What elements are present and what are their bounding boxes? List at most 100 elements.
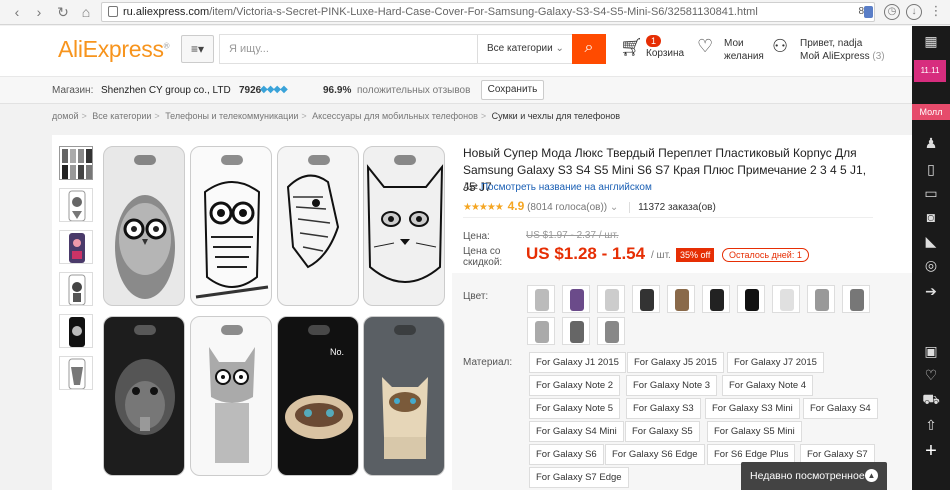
camera-icon[interactable]: ◙ (912, 208, 950, 226)
save-store-button[interactable]: Сохранить (481, 80, 544, 100)
plus-icon[interactable]: + (912, 441, 950, 461)
material-option[interactable]: For Galaxy J7 2015 (727, 352, 824, 373)
store-name[interactable]: Shenzhen CY group co., LTD (101, 85, 231, 96)
grid-icon[interactable]: ▦ (912, 32, 950, 50)
coupon-icon[interactable]: ▣ (912, 342, 950, 360)
diamond-rating-icon: ◆◆◆◆ (260, 84, 288, 95)
product-image-gallery[interactable]: No. (103, 146, 445, 490)
shoe-icon[interactable]: ◣ (912, 232, 950, 250)
back-arrow-icon[interactable]: ‹ (8, 3, 26, 21)
search-button[interactable]: ⌕ (572, 34, 606, 64)
aliexpress-logo[interactable]: AliExpress® (58, 36, 170, 63)
translate-title-link[interactable]: A⇄ Посмотреть название на английском (463, 182, 652, 193)
search-input[interactable]: Я ищу... (229, 43, 269, 55)
mall-link[interactable]: Молл (912, 104, 950, 120)
material-option[interactable]: For Galaxy S3 (626, 398, 701, 419)
rating-value: 4.9 (507, 199, 525, 213)
store-score: 7926 (239, 85, 262, 96)
ring-icon[interactable]: ◎ (912, 256, 950, 274)
color-swatch[interactable] (562, 285, 590, 313)
positive-percent: 96.9% (323, 85, 352, 96)
color-swatch[interactable] (772, 285, 800, 313)
material-label: Материал: (463, 357, 513, 368)
color-swatch[interactable] (702, 285, 730, 313)
color-swatch[interactable] (667, 285, 695, 313)
url-text: ru.aliexpress.com/item/Victoria-s-Secret… (123, 6, 758, 18)
reload-icon[interactable]: ↻ (54, 3, 72, 21)
old-price: US $1.97 - 2.37 / шт. (526, 230, 619, 241)
star-rating-icon: ★★★★★ (463, 202, 504, 213)
material-option[interactable]: For Galaxy S5 (625, 421, 700, 442)
color-swatch[interactable] (597, 285, 625, 313)
material-option[interactable]: For Galaxy S4 Mini (529, 421, 624, 442)
promo-banner[interactable]: 11.11 (914, 60, 946, 82)
material-option[interactable]: For Galaxy S6 (529, 444, 604, 465)
material-option[interactable]: For Galaxy S5 Mini (707, 421, 802, 442)
history-icon[interactable]: ◷ (884, 4, 900, 20)
breadcrumb-item[interactable]: Сумки и чехлы для телефонов (492, 111, 620, 121)
home-icon[interactable]: ⌂ (77, 3, 95, 21)
phone-icon[interactable]: ▯ (912, 160, 950, 178)
color-swatch[interactable] (632, 285, 660, 313)
cart-icon[interactable]: 🛒︎ (620, 38, 643, 56)
orders-count: 11372 заказа(ов) (629, 202, 716, 213)
votes-link[interactable]: (8014 голоса(ов)) (527, 202, 607, 213)
store-info-bar: Магазин: Shenzhen CY group co., LTD 7926… (0, 76, 912, 104)
material-option[interactable]: For Galaxy S3 Mini (705, 398, 800, 419)
thumbnail[interactable] (59, 188, 93, 222)
menu-dots-icon[interactable]: ⋮ (928, 4, 944, 20)
thumbnail[interactable] (59, 314, 93, 348)
breadcrumb-item[interactable]: Аксессуары для мобильных телефонов (312, 111, 478, 121)
thumbnail[interactable] (59, 356, 93, 390)
material-option[interactable]: For Galaxy Note 5 (529, 398, 621, 419)
categories-menu-button[interactable]: ≡▾ (181, 35, 214, 63)
thumbnail[interactable] (59, 230, 93, 264)
heart-icon[interactable]: ♡ (697, 37, 713, 55)
right-sidebar: ▦ ♟ ▯ ▭ ◙ ◣ ◎ ➔ ▣ ♡ ⛟ ⇧ + (912, 26, 950, 490)
material-option[interactable]: For Galaxy S4 (803, 398, 878, 419)
site-header: AliExpress® ≡▾ Я ищу... Все категории ⌄ … (0, 26, 912, 76)
category-select[interactable]: Все категории ⌄ (477, 35, 574, 63)
wishlist-link[interactable]: Мои желания (724, 37, 764, 63)
days-left-badge: Осталось дней: 1 (722, 248, 809, 262)
cart-label[interactable]: Корзина (646, 48, 684, 59)
cart-icon[interactable]: ⛟ (912, 390, 950, 408)
monitor-icon[interactable]: ▭ (912, 184, 950, 202)
material-option[interactable]: For Galaxy Note 2 (529, 375, 621, 396)
recently-viewed-button[interactable]: Недавно посмотренное ▲ (741, 462, 887, 490)
account-link[interactable]: Привет, nadja Мой AliExpress (3) (800, 37, 885, 63)
color-swatch[interactable] (842, 285, 870, 313)
search-bar: Я ищу... Все категории ⌄ ⌕ (219, 34, 606, 64)
color-swatch[interactable] (562, 317, 590, 345)
grumpy-cat-gray-case-image (363, 316, 445, 476)
breadcrumb-item[interactable]: Все категории (92, 111, 151, 121)
thumbnail[interactable] (59, 146, 93, 180)
material-option[interactable]: For Galaxy J5 2015 (627, 352, 724, 373)
heart-icon[interactable]: ♡ (912, 366, 950, 384)
color-swatch[interactable] (527, 285, 555, 313)
material-option[interactable]: For Galaxy J1 2015 (529, 352, 626, 373)
forward-arrow-icon[interactable]: › (30, 3, 48, 21)
browser-toolbar: ‹ › ↻ ⌂ ru.aliexpress.com/item/Victoria-… (0, 0, 950, 25)
shirt-icon[interactable]: ♟ (912, 134, 950, 152)
material-option[interactable]: For Galaxy Note 4 (722, 375, 814, 396)
breadcrumb-item[interactable]: домой (52, 111, 78, 121)
thumbnail[interactable] (59, 272, 93, 306)
up-arrow-icon[interactable]: ⇧ (912, 416, 950, 434)
giraffe-case-image (277, 146, 359, 306)
shield-icon[interactable] (864, 6, 873, 18)
color-swatch[interactable] (527, 317, 555, 345)
material-option[interactable]: For Galaxy S7 Edge (529, 467, 629, 488)
monkey-case-image (103, 316, 185, 476)
divider (463, 217, 873, 218)
material-option[interactable]: For Galaxy S6 Edge (605, 444, 705, 465)
color-swatch[interactable] (807, 285, 835, 313)
download-icon[interactable]: ↓ (906, 4, 922, 20)
user-icon[interactable]: ⚇ (772, 36, 792, 56)
breadcrumb-item[interactable]: Телефоны и телекоммуникации (165, 111, 298, 121)
color-swatch[interactable] (597, 317, 625, 345)
arrow-right-icon[interactable]: ➔ (912, 282, 950, 300)
address-bar[interactable]: ru.aliexpress.com/item/Victoria-s-Secret… (101, 2, 875, 22)
color-swatch[interactable] (737, 285, 765, 313)
material-option[interactable]: For Galaxy Note 3 (626, 375, 718, 396)
